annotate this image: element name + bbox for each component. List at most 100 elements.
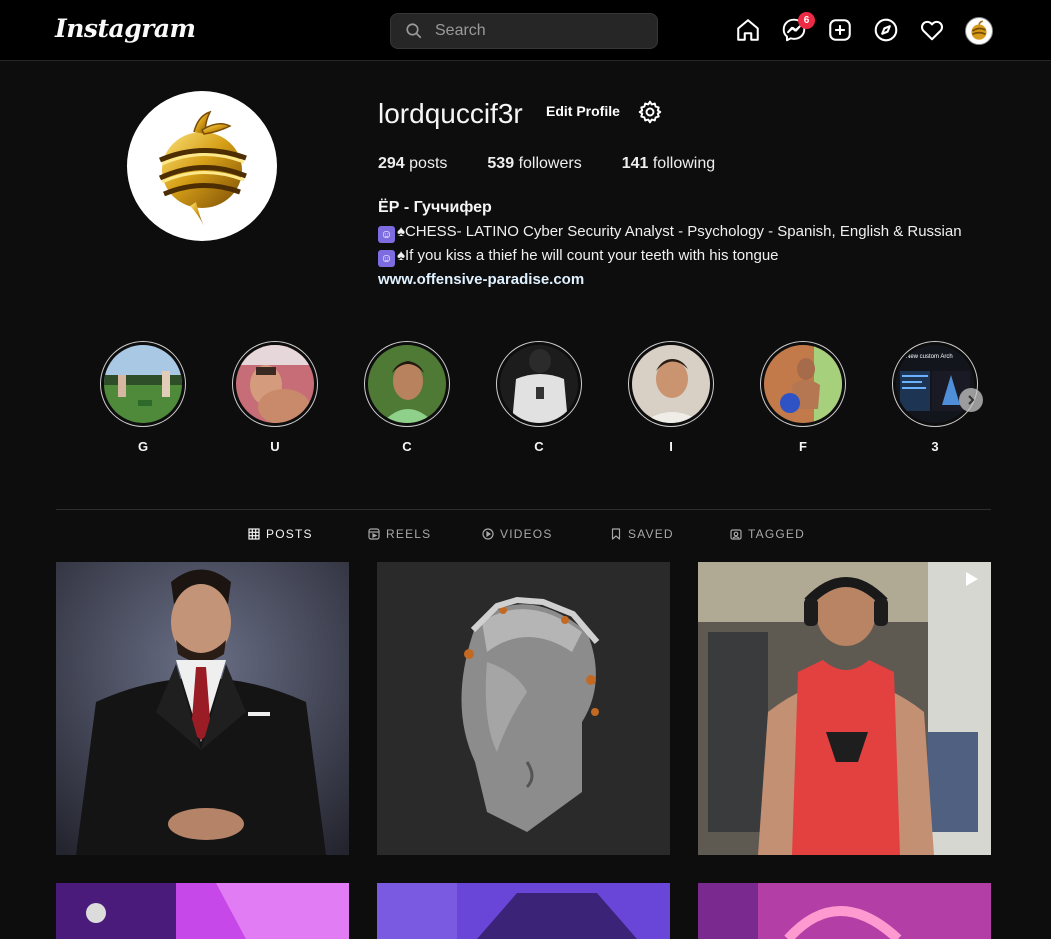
explore-button[interactable] [873,17,901,45]
arch-desktop-screenshot: New custom Arch [896,345,974,423]
highlight-item[interactable]: I [628,341,714,454]
tabs-divider [56,509,991,510]
following-stat[interactable]: 141 following [622,155,715,173]
highlight-ring [364,341,450,427]
story-highlights: G U C C I F New custom Arch 3 [100,341,990,461]
edit-profile-button[interactable]: Edit Profile [540,100,626,122]
highlight-label: 3 [931,439,939,454]
shirtless-selfie-photo [236,345,314,423]
tab-tagged[interactable]: TAGGED [730,527,805,541]
nav-avatar [965,17,993,45]
caesar-bust-image [377,562,670,855]
profile-full-name: ЁР - Гуччифер [378,199,492,216]
home-icon [737,19,759,41]
grid-icon [248,528,260,540]
highlight-label: U [270,439,280,454]
bio-line-2-text: ♠If you kiss a thief he will count your … [397,247,779,264]
highlight-label: C [402,439,412,454]
gym-workout-photo [764,345,842,423]
post-thumbnail[interactable] [56,883,349,939]
tab-reels[interactable]: REELS [368,527,431,541]
post-thumbnail[interactable] [377,883,670,939]
post-thumbnail[interactable] [56,562,349,855]
nav-icons: 6 [735,12,1011,45]
highlight-thumbnail [500,345,578,423]
highlight-item[interactable]: C [364,341,450,454]
emoji-icon: ☺ [378,226,395,243]
search-input[interactable] [435,22,635,40]
highlight-item[interactable]: F [760,341,846,454]
tab-label: POSTS [266,527,313,541]
post-thumbnail[interactable] [698,883,991,939]
bio-line-1-text: ♠CHESS- LATINO Cyber Security Analyst - … [397,223,962,240]
highlight-item[interactable]: U [232,341,318,454]
tab-label: TAGGED [748,527,805,541]
highlight-item[interactable]: G [100,341,186,454]
profile-avatar[interactable] [127,91,277,241]
play-icon [482,528,494,540]
highlight-thumbnail [368,345,446,423]
neon-photo-image [56,883,349,939]
highlight-thumbnail [104,345,182,423]
highlight-label: F [799,439,807,454]
gym-tanktop-image [698,562,991,855]
instagram-logo[interactable]: Instagram [55,14,196,43]
post-thumbnail[interactable] [377,562,670,855]
highlight-ring [628,341,714,427]
new-post-button[interactable] [827,17,855,45]
portrait-greenery-photo [368,345,446,423]
purple-render-image [377,883,670,939]
plus-square-icon [829,19,851,41]
following-label: following [652,155,716,172]
highlight-thumbnail [632,345,710,423]
highlights-next-button[interactable] [959,388,983,412]
tab-label: SAVED [628,527,674,541]
messenger-button[interactable]: 6 [781,12,815,45]
highlight-ring [100,341,186,427]
highlight-label: I [669,439,673,454]
highlight-thumbnail: New custom Arch [896,345,974,423]
posts-stat[interactable]: 294 posts [378,155,447,173]
golden-apple-logo [158,110,247,226]
tab-saved[interactable]: SAVED [610,527,674,541]
profile-menu-button[interactable] [965,17,993,45]
activity-button[interactable] [919,17,947,45]
reels-icon [368,528,380,540]
bookmark-icon [611,528,621,540]
search-bar[interactable] [390,13,658,49]
top-nav: Instagram 6 [0,0,1051,61]
highlight-label: C [534,439,544,454]
highlight-item[interactable]: C [496,341,582,454]
highlight-ring [760,341,846,427]
home-button[interactable] [735,17,763,45]
compass-icon [874,18,898,42]
post-thumbnail[interactable] [698,562,991,855]
posts-count: 294 [378,155,405,172]
profile-tabs: POSTS REELS VIDEOS SAVED TAGGED [0,527,1051,545]
tab-label: VIDEOS [500,527,553,541]
bed-selfie-photo [632,345,710,423]
heart-icon [920,20,944,41]
highlight-ring: New custom Arch [892,341,978,427]
search-icon [406,23,422,39]
outdoor-court-photo [104,345,182,423]
highlight-ring [232,341,318,427]
tab-posts[interactable]: POSTS [248,527,313,541]
posts-label: posts [409,155,448,172]
followers-stat[interactable]: 539 followers [487,155,581,173]
bio-website-link[interactable]: www.offensive-paradise.com [378,271,584,288]
following-count: 141 [621,155,649,172]
settings-gear-icon[interactable] [637,99,663,125]
tab-videos[interactable]: VIDEOS [482,527,553,541]
golden-apple-icon [971,20,987,40]
profile-username: lordquccif3r [378,98,523,129]
messages-badge: 6 [798,12,815,29]
highlight-thumbnail [236,345,314,423]
pink-abstract-image [698,883,991,939]
followers-count: 539 [487,155,515,172]
chevron-right-icon [968,395,975,405]
bio-line-2: ☺ ♠If you kiss a thief he will count your… [378,247,779,267]
bio-line-1: ☺ ♠CHESS- LATINO Cyber Security Analyst -… [378,223,962,243]
tag-icon [730,529,742,540]
mirror-selfie-photo [500,345,578,423]
